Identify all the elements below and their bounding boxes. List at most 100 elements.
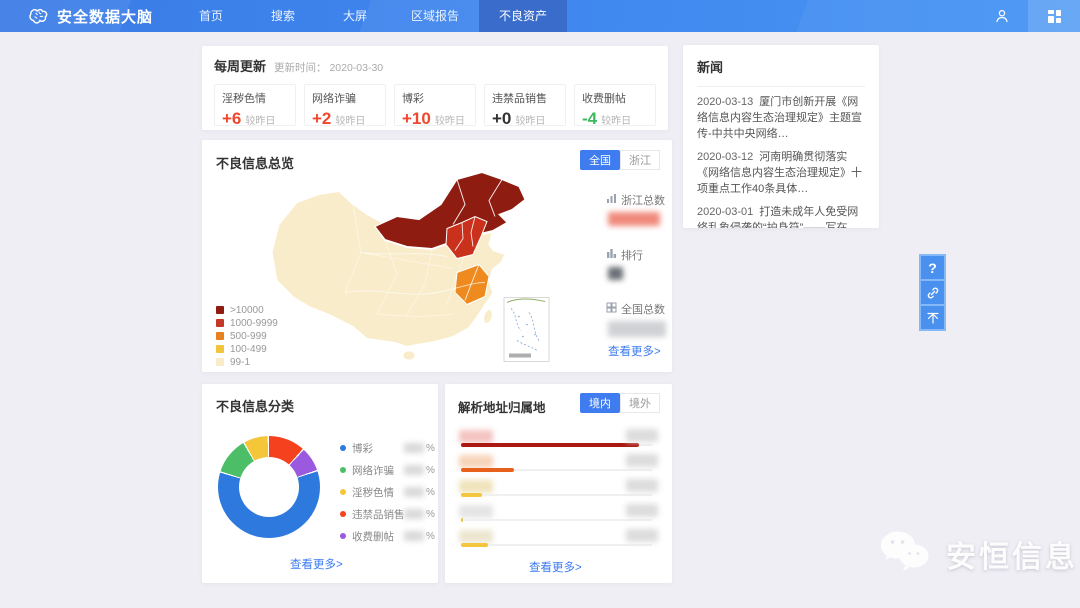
bar-row	[459, 478, 658, 503]
grid-icon	[606, 302, 617, 316]
bar-label-redacted	[459, 505, 493, 518]
weekly-card-contraband[interactable]: 违禁品销售 +0较昨日	[484, 84, 566, 126]
bar-row	[459, 528, 658, 553]
weekly-title: 每周更新	[214, 56, 266, 75]
legend-swatch	[216, 345, 224, 353]
nav-menu: 首页 搜索 大屏 区域报告 不良资产	[175, 0, 567, 32]
user-icon[interactable]	[976, 0, 1028, 32]
bar-row	[459, 428, 658, 453]
classify-more-link[interactable]: 查看更多>	[290, 556, 343, 572]
classify-title: 不良信息分类	[216, 396, 294, 415]
bar-fill	[461, 543, 488, 547]
legend-dot	[340, 533, 346, 539]
news-item[interactable]: 2020-03-01打造未成年人免受网络乱象侵袭的“护身符”——写在《网络信息内…	[697, 205, 865, 228]
pct-redacted	[404, 465, 424, 475]
wechat-bubbles-icon	[878, 528, 936, 579]
pct-redacted	[404, 443, 424, 453]
horizontal-bar-chart[interactable]	[459, 428, 658, 553]
delta-value: +6	[222, 109, 241, 129]
bar-label-redacted	[459, 530, 493, 543]
delta-value: -4	[582, 109, 597, 129]
address-more-link[interactable]: 查看更多>	[529, 559, 582, 575]
question-icon[interactable]: ?	[919, 254, 946, 281]
news-item[interactable]: 2020-03-12河南明确贯彻落实《网络信息内容生态治理规定》十项重点工作40…	[697, 150, 865, 198]
news-item[interactable]: 2020-03-13厦门市创新开展《网络信息内容生态治理规定》主题宣传-中共中央…	[697, 95, 865, 143]
nav-right-actions	[976, 0, 1080, 32]
bar-track	[461, 494, 652, 496]
nav-item-region-report[interactable]: 区域报告	[391, 0, 479, 32]
bar-fill	[461, 443, 639, 447]
brain-logo-icon	[28, 7, 50, 25]
overview-more-link[interactable]: 查看更多>	[608, 343, 661, 359]
legend-swatch	[216, 306, 224, 314]
national-total-label: 全国总数	[606, 301, 666, 317]
china-choropleth-map[interactable]	[257, 162, 592, 367]
watermark-text: 安恒信息	[946, 532, 1078, 576]
weekly-cards: 淫秽色情 +6较昨日 网络诈骗 +2较昨日 博彩 +10较昨日 违禁品销售 +0…	[214, 84, 656, 126]
bar-label-redacted	[459, 480, 493, 493]
region-toggle: 全国 浙江	[580, 150, 660, 170]
bar-value-redacted	[626, 504, 658, 517]
back-to-top-icon[interactable]	[919, 304, 946, 331]
bar-fill	[461, 493, 482, 497]
bar-fill	[461, 468, 514, 472]
bar-value-redacted	[626, 454, 658, 467]
nav-item-search[interactable]: 搜索	[247, 0, 319, 32]
bar-track	[461, 519, 652, 521]
brand-name: 安全数据大脑	[57, 6, 153, 27]
legend-dot	[340, 511, 346, 517]
domestic-overseas-toggle: 境内 境外	[580, 393, 660, 413]
legend-swatch	[216, 319, 224, 327]
zhejiang-total-value-redacted	[608, 212, 660, 226]
news-date: 2020-03-13	[697, 96, 753, 108]
nav-item-home[interactable]: 首页	[175, 0, 247, 32]
bar-value-redacted	[626, 429, 658, 442]
weekly-card-gambling[interactable]: 博彩 +10较昨日	[394, 84, 476, 126]
delta-value: +0	[492, 109, 511, 129]
brand-logo[interactable]: 安全数据大脑	[28, 6, 153, 27]
pct-redacted	[404, 487, 424, 497]
news-title: 新闻	[697, 60, 723, 75]
watermark: 安恒信息	[878, 528, 1078, 579]
toggle-domestic[interactable]: 境内	[580, 393, 620, 413]
bad-info-overview-panel: 不良信息总览 全国 浙江	[202, 140, 672, 372]
floating-toolbar: ?	[919, 254, 946, 331]
weekly-update-time: 更新时间： 2020-03-30	[274, 60, 383, 75]
map-legend: >10000 1000-9999 500-999 100-499 99-1	[216, 304, 278, 369]
bar-track	[461, 544, 652, 546]
toggle-overseas[interactable]: 境外	[620, 393, 660, 413]
address-title: 解析地址归属地	[458, 397, 546, 416]
donut-chart[interactable]	[218, 436, 320, 538]
toggle-zhejiang[interactable]: 浙江	[620, 150, 660, 170]
bad-info-classification-panel: 不良信息分类 博彩% 网络诈骗% 淫秽色情% 违禁品销售% 收费删帖% 查看更多…	[202, 384, 438, 583]
bar-value-redacted	[626, 479, 658, 492]
link-icon[interactable]	[919, 279, 946, 306]
weekly-card-paid-deletion[interactable]: 收费删帖 -4较昨日	[574, 84, 656, 126]
bar-label-redacted	[459, 430, 493, 443]
weekly-card-fraud[interactable]: 网络诈骗 +2较昨日	[304, 84, 386, 126]
delta-value: +2	[312, 109, 331, 129]
bar-row	[459, 453, 658, 478]
rank-value-redacted	[608, 267, 623, 280]
legend-dot	[340, 445, 346, 451]
bar-label-redacted	[459, 455, 493, 468]
apps-grid-icon[interactable]	[1028, 0, 1080, 32]
bar-track	[461, 444, 652, 446]
news-panel: 新闻 2020-03-13厦门市创新开展《网络信息内容生态治理规定》主题宣传-中…	[683, 45, 879, 228]
south-sea-inset	[504, 298, 549, 362]
news-date: 2020-03-01	[697, 206, 753, 218]
weekly-card-porn[interactable]: 淫秽色情 +6较昨日	[214, 84, 296, 126]
rank-icon	[606, 248, 617, 262]
overview-stats: 浙江总数 排行 全国总数	[606, 192, 666, 342]
legend-swatch	[216, 332, 224, 340]
pct-redacted	[404, 509, 424, 519]
chart-icon	[606, 193, 617, 207]
dashboard-page: 安全数据大脑 首页 搜索 大屏 区域报告 不良资产 每周更新 更新时间： 202…	[0, 0, 1080, 608]
bar-track	[461, 469, 652, 471]
zhejiang-total-label: 浙江总数	[606, 192, 666, 208]
pct-redacted	[404, 531, 424, 541]
donut-legend: 博彩% 网络诈骗% 淫秽色情% 违禁品销售% 收费删帖%	[340, 442, 435, 552]
nav-item-bigscreen[interactable]: 大屏	[319, 0, 391, 32]
nav-item-bad-assets[interactable]: 不良资产	[479, 0, 567, 32]
rank-label: 排行	[606, 247, 666, 263]
